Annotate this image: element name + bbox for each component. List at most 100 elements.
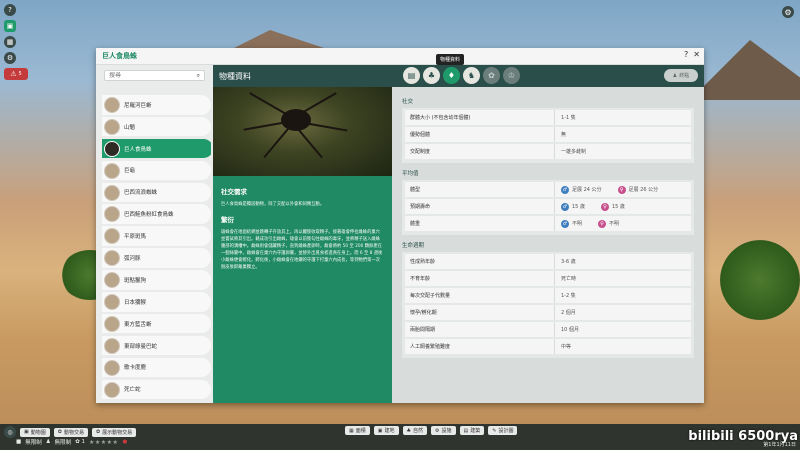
animal-count-icon: ✿ 1 (75, 439, 86, 445)
female-icon: ♀ (600, 202, 609, 211)
lifecycle-rows: 性成熟年齡 3-6 歲 不育年齡 死亡時 每次交配子代數量 1-2 隻 懷孕/孵… (402, 252, 694, 358)
stat-row: 體型 ♂ 足展 24 公分 ♀ 足展 26 公分 (405, 182, 691, 197)
social-rows: 群體大小 (不包含幼年個體) 1-1 隻 優勢個體 無 交配制度 一雄多雌制 (402, 108, 694, 163)
paw-icon: ✿ (57, 429, 62, 435)
list-item[interactable]: 巴西流浪蜘蛛 (102, 182, 211, 203)
male-value: 足展 24 公分 (572, 187, 602, 193)
build-icon: ✎ (492, 427, 497, 434)
list-item-label: 死亡蛇 (124, 387, 141, 394)
alert-button[interactable]: ⚠ 5 (4, 68, 28, 80)
male-value: 不明 (572, 221, 583, 227)
stat-label: 群體大小 (不包含幼年個體) (405, 110, 555, 125)
section-title-averages: 平均值 (402, 171, 419, 177)
stat-value: 1-2 隻 (561, 293, 576, 299)
list-item-label: 東部綠曼巴蛇 (124, 343, 158, 350)
calendar-icon[interactable]: ▦ (4, 36, 16, 48)
tab-species-info-icon[interactable]: ♦ (443, 67, 460, 84)
tab-habitat-icon[interactable]: ♣ (423, 67, 440, 84)
tab-bar: ▤ ♣ ♦ ♞ ✿ ♔ (403, 67, 520, 84)
list-item[interactable]: 尼羅河巨蜥 (102, 95, 211, 115)
list-item[interactable]: 山魈 (102, 116, 211, 137)
list-item-label: 巴西鮭魚粉紅食鳥蛛 (124, 212, 174, 219)
species-photo (213, 87, 392, 176)
menu-icon[interactable]: ◎ (4, 426, 16, 438)
build-button[interactable]: ♣ 自然 (402, 426, 427, 435)
list-item-label: 巴西流浪蜘蛛 (124, 190, 158, 197)
search-icon[interactable]: ⌕ (197, 72, 200, 80)
list-item-label: 巨龜 (124, 168, 136, 175)
species-panel: 巨人食鳥蛛 ? ✕ ⌕ 尼羅河巨蜥山魈巨人食鳥蛛巨龜巴西流浪蜘蛛巴西鮭魚粉紅食鳥… (96, 48, 704, 403)
animal-thumbnail (104, 381, 120, 398)
stat-label: 交配制度 (405, 144, 555, 159)
male-icon: ♂ (561, 202, 569, 211)
money-value: 無限制 (25, 440, 42, 446)
list-item[interactable]: 斑點鬣狗 (102, 270, 211, 290)
list-item[interactable]: 巨人食鳥蛛 (102, 138, 211, 159)
list-item-label: 日本獼猴 (124, 299, 147, 306)
build-button[interactable]: ⚙ 設施 (431, 426, 456, 435)
tab-enrichment-icon[interactable]: ✿ (483, 67, 500, 84)
toggle-button[interactable]: ♟ 終點 (664, 69, 698, 82)
gear-icon[interactable]: ⚙ (782, 6, 794, 18)
stat-row: 兩胎間隔期 10 個月 (405, 322, 691, 337)
section-title-social: 社交 (402, 99, 414, 105)
animal-thumbnail (104, 206, 120, 223)
stat-value: 中等 (561, 344, 572, 350)
search-input[interactable] (109, 72, 197, 79)
stat-row: 人工飼養繁殖難度 中等 (405, 339, 691, 354)
list-item[interactable]: 日本獼猴 (102, 292, 211, 312)
animal-thumbnail (104, 97, 120, 113)
zoo-status-icon[interactable]: ▣ (4, 20, 16, 32)
list-item[interactable]: 弧河豚 (102, 248, 211, 268)
help-icon[interactable]: ? (4, 4, 16, 16)
list-item[interactable]: 死亡蛇 (102, 379, 211, 400)
stat-row: 群體大小 (不包含幼年個體) 1-1 隻 (405, 110, 691, 125)
animal-thumbnail (104, 294, 120, 311)
close-icon[interactable]: ✕ (693, 50, 700, 59)
panel-header: 巨人食鳥蛛 ? ✕ (96, 48, 704, 65)
list-item[interactable]: 東方藍舌蜥 (102, 313, 211, 334)
section-title-lifecycle: 生命週期 (402, 243, 425, 249)
list-item-label: 弧河豚 (124, 255, 141, 262)
zoo-rating-stars: ★★★★★ (89, 438, 119, 446)
background-mountain (690, 40, 800, 100)
alert-icon[interactable]: ● (122, 439, 127, 445)
breeding-text: 雄蛛會在地面結網並跳轉子存放其上，再以觸肢收取精子。接著雄會伸拉雌蛛的巢穴並嘗試… (221, 230, 383, 270)
help-icon[interactable]: ? (684, 50, 688, 59)
exhibit-trade-button[interactable]: ✿ 展示動物交易 (91, 427, 137, 437)
build-button[interactable]: ✎ 設計圖 (488, 426, 518, 435)
animal-thumbnail (104, 140, 120, 157)
zoo-button[interactable]: ▣ 動物園 (20, 427, 50, 437)
build-button[interactable]: ▤ 建築 (459, 426, 485, 435)
person-icon: ♟ (672, 72, 678, 79)
search-box[interactable]: ⌕ (104, 70, 205, 81)
list-item[interactable]: 巨龜 (102, 160, 211, 181)
spider-leg (292, 122, 323, 159)
tab-animal-icon[interactable]: ♞ (463, 67, 480, 84)
tab-document-icon[interactable]: ▤ (403, 67, 420, 84)
stat-row: 性成熟年齡 3-6 歲 (405, 254, 691, 269)
list-item[interactable]: 東部綠曼巴蛇 (102, 335, 211, 356)
build-button[interactable]: ▣ 建地 (373, 426, 399, 435)
bottom-toolbar: ◎ ▣ 動物園 ✿ 動物交易 ✿ 展示動物交易 ■ 無限制 ♟ 無限制 ✿ 1 ★★★… (0, 424, 800, 450)
list-item-label: 平原斑馬 (124, 234, 147, 241)
tab-trophy-icon[interactable]: ♔ (503, 67, 520, 84)
list-item-label: 歌卡度鹿 (124, 365, 147, 372)
social-needs-heading: 社交需求 (221, 188, 247, 196)
list-item[interactable]: 平原斑馬 (102, 226, 211, 246)
settings-icon[interactable]: ⚙ (4, 52, 16, 64)
female-icon: ♀ (617, 185, 626, 194)
list-item-label: 尼羅河巨蜥 (124, 102, 152, 109)
species-content: 物種資料 ▤ ♣ ♦ ♞ ✿ ♔ ♟ 終點 社交需求 巨人食鳥蛛是獨居動物，除了… (213, 65, 704, 403)
average-rows: 體型 ♂ 足展 24 公分 ♀ 足展 26 公分 預期壽命 ♂ 15 歲 ♀ 1… (402, 180, 694, 235)
money-icon: ■ (16, 439, 22, 445)
list-item[interactable]: 歌卡度鹿 (102, 357, 211, 378)
game-date: 第1年1月11日 (763, 442, 796, 448)
animal-trade-button[interactable]: ✿ 動物交易 (53, 427, 88, 437)
list-item[interactable]: 巴西鮭魚粉紅食鳥蛛 (102, 204, 211, 224)
content-topbar: 物種資料 ▤ ♣ ♦ ♞ ✿ ♔ ♟ 終點 (213, 65, 704, 87)
list-item-label: 山魈 (124, 124, 136, 131)
stat-label: 不育年齡 (405, 271, 555, 286)
build-button[interactable]: ▦ 面積 (345, 426, 370, 435)
spider-leg (263, 122, 294, 159)
